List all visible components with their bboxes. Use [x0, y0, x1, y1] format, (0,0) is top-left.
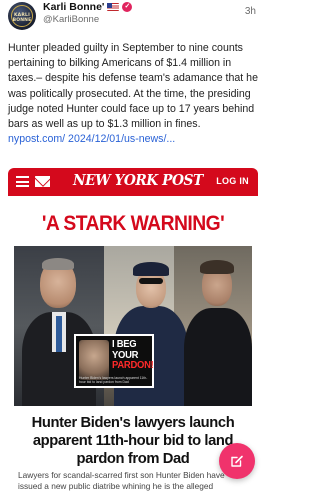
menu-icon[interactable] [16, 176, 29, 187]
post-text: Hunter pleaded guilty in September to ni… [8, 42, 258, 131]
post-time: 3h [244, 6, 256, 17]
kicker-headline: 'A STARK WARNING' [41, 212, 225, 235]
inset-pardon-image: I BEG YOUR PARDON! Hunter Biden's lawyer… [74, 334, 154, 388]
login-button[interactable]: LOG IN [216, 176, 249, 186]
post-header: KARLI BONNE Karli Bonne' ✓ @KarliBonne 3… [0, 0, 266, 36]
article-photo: I BEG YOUR PARDON! Hunter Biden's lawyer… [14, 246, 252, 406]
inset-caption: Hunter Biden's lawyers launch apparent 1… [79, 376, 148, 384]
article-headline[interactable]: Hunter Biden's lawyers launch apparent 1… [16, 414, 251, 468]
post-link[interactable]: nypost.com/ 2024/12/01/us-news/... [8, 133, 175, 145]
compose-button[interactable] [219, 443, 255, 479]
verified-icon: ✓ [122, 2, 133, 12]
inset-face [79, 340, 109, 380]
inset-headline: I BEG YOUR PARDON! [112, 338, 154, 371]
author-name[interactable]: Karli Bonne' [43, 1, 104, 13]
link-preview-card[interactable]: NEW YORK POST LOG IN 'A STARK WARNING' I… [8, 168, 258, 500]
author-handle[interactable]: @KarliBonne [43, 14, 99, 25]
avatar[interactable]: KARLI BONNE [8, 2, 36, 30]
nyp-logo[interactable]: NEW YORK POST [73, 172, 203, 189]
author-name-row[interactable]: Karli Bonne' ✓ [43, 1, 133, 13]
avatar-text: KARLI BONNE [12, 13, 32, 23]
edit-icon [231, 455, 243, 467]
flag-us-icon [107, 3, 120, 11]
nyp-header-bar: NEW YORK POST LOG IN [8, 168, 258, 196]
post-body: Hunter pleaded guilty in September to ni… [8, 41, 260, 147]
article-summary: Lawyers for scandal-scarred first son Hu… [18, 470, 225, 491]
mail-icon[interactable] [35, 176, 50, 187]
